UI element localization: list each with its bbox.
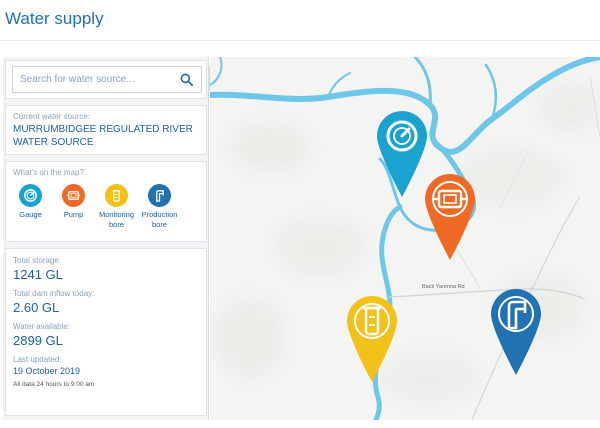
map-canvas[interactable] [210, 57, 600, 420]
app-container: Current water source: MURRUMBIDGEE REGUL… [3, 57, 600, 420]
map-marker-pump[interactable] [425, 174, 475, 260]
legend-item-pump[interactable]: Pump [52, 184, 95, 230]
stat-value: 2899 GL [13, 333, 63, 348]
stat-dam-inflow: Total dam inflow today: 2.60 GL [13, 289, 199, 315]
legend-item-gauge[interactable]: Gauge [9, 184, 52, 230]
map-legend: What's on the map? Gauge Pump Monitoring… [5, 161, 207, 242]
search-icon[interactable] [180, 73, 193, 86]
title-divider [0, 40, 600, 41]
pump-icon [62, 184, 85, 207]
search-card [5, 60, 207, 99]
road-label: Back Yarenna Rd [422, 284, 465, 290]
stat-total-storage: Total storage: 1241 GL [13, 256, 199, 282]
stat-water-available: Water available: 2899 GL [13, 322, 199, 348]
production-bore-icon [148, 184, 171, 207]
stats-card: Total storage: 1241 GL Total dam inflow … [5, 248, 207, 416]
sidebar: Current water source: MURRUMBIDGEE REGUL… [3, 57, 209, 420]
legend-item-monitoring-bore[interactable]: Monitoring bore [95, 184, 138, 230]
legend-label-pump: Pump [63, 210, 84, 219]
map-marker-gauge[interactable] [377, 111, 427, 197]
legend-label-gauge: Gauge [19, 210, 42, 219]
stat-note: All data 24 hours to 9:00 am [13, 381, 95, 388]
stat-label: Total dam inflow today: [13, 289, 95, 298]
monitoring-bore-icon [105, 184, 128, 207]
current-source-label: Current water source: [13, 112, 90, 121]
current-source-name: MURRUMBIDGEE REGULATED RIVER WATER SOURC… [13, 124, 193, 148]
stat-value: 2.60 GL [13, 300, 60, 315]
stat-label: Total storage: [13, 256, 62, 265]
stat-last-updated: Last updated: 19 October 2019 All data 2… [13, 355, 199, 388]
gauge-icon [19, 184, 42, 207]
stat-label: Last updated: [13, 355, 62, 364]
stat-date: 19 October 2019 [13, 366, 81, 376]
stat-label: Water available: [13, 322, 71, 331]
page-title: Water supply [5, 9, 104, 28]
search-input[interactable] [13, 67, 173, 92]
legend-title: What's on the map? [13, 168, 84, 177]
current-source-card: Current water source: MURRUMBIDGEE REGUL… [5, 105, 207, 155]
legend-label-monitoring-bore: Monitoring bore [98, 210, 135, 229]
search-box [12, 66, 202, 93]
stat-value: 1241 GL [13, 267, 63, 282]
legend-items: Gauge Pump Monitoring bore Production bo… [9, 184, 205, 230]
map-marker-production-bore[interactable] [491, 289, 541, 375]
legend-item-production-bore[interactable]: Production bore [138, 184, 181, 230]
map-view[interactable]: Back Yarenna Rd [210, 57, 600, 420]
legend-label-production-bore: Production bore [141, 210, 178, 229]
